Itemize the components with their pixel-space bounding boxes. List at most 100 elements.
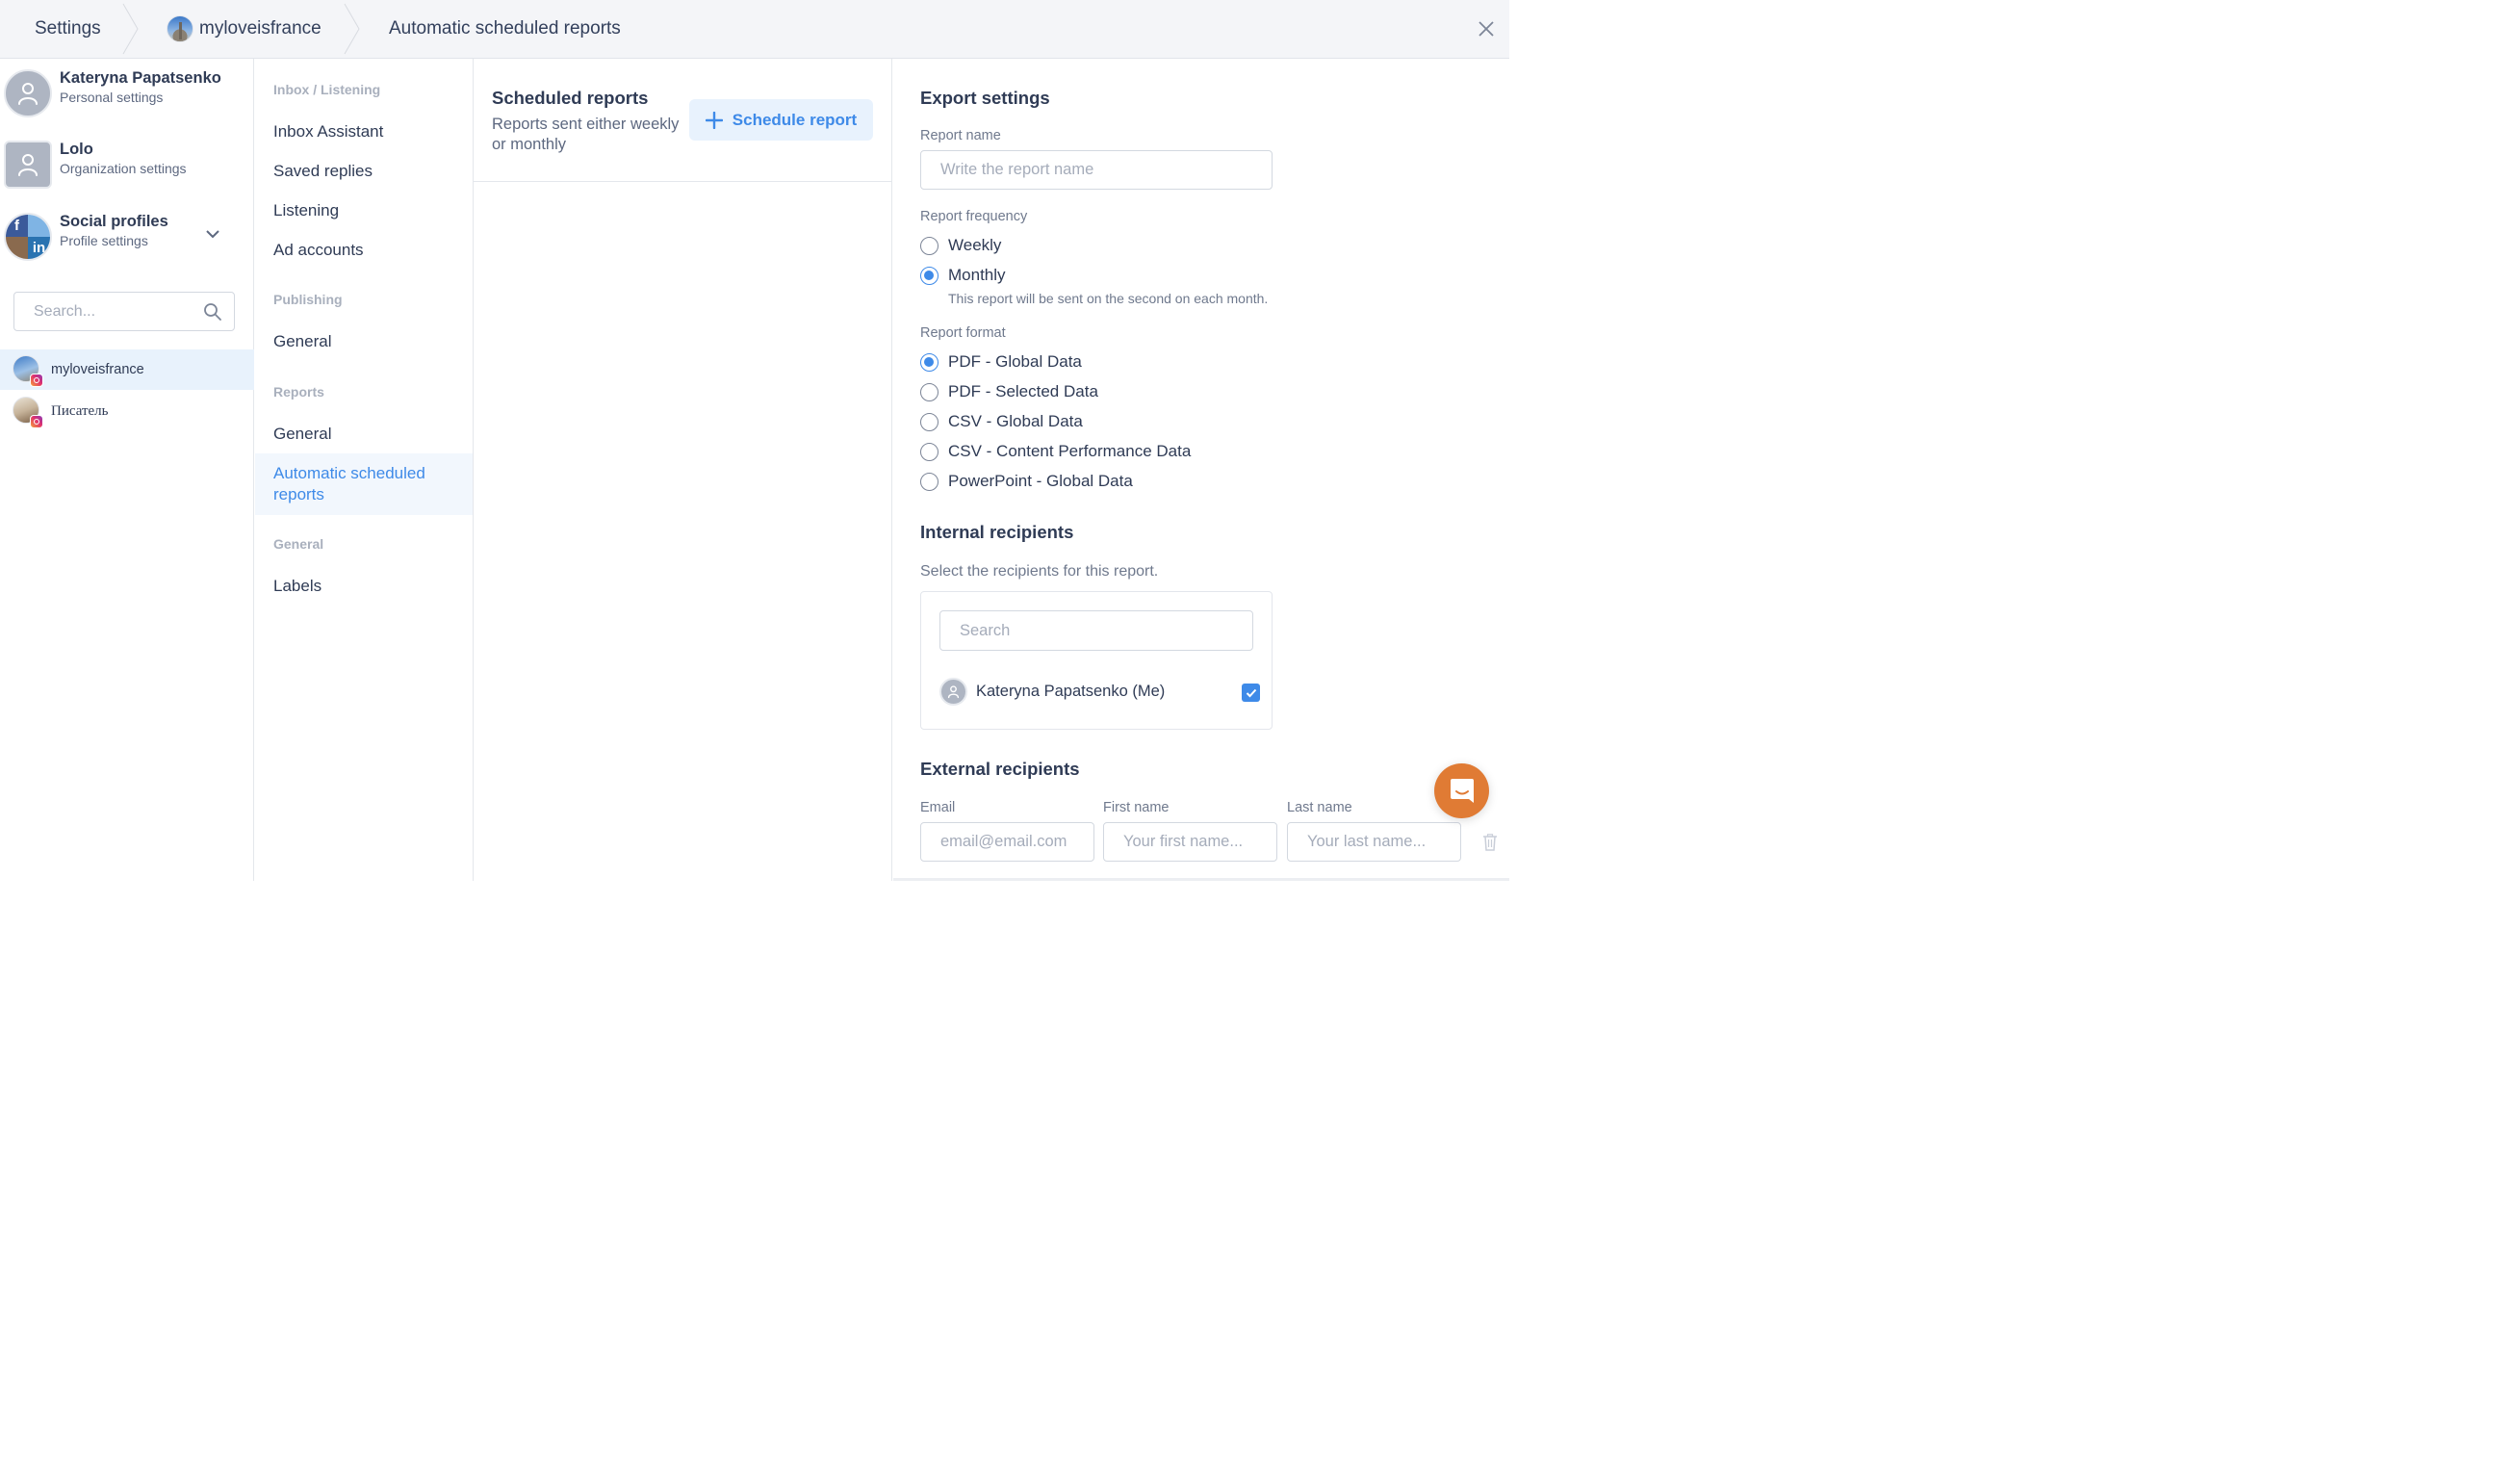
internal-recipients-title: Internal recipients (920, 522, 1074, 542)
profile-search (13, 292, 235, 331)
profile-name: myloveisfrance (51, 362, 144, 377)
radio-button-selected[interactable] (920, 266, 939, 285)
format-option-csv-content-performance[interactable]: CSV - Content Performance Data (920, 442, 1191, 461)
account-sidebar: Kateryna Papatsenko Personal settings Lo… (0, 59, 254, 881)
breadcrumb-separator-icon (122, 3, 139, 55)
user-icon (18, 83, 38, 105)
profile-name: Писатель (51, 402, 109, 419)
account-personal[interactable]: Kateryna Papatsenko Personal settings (0, 69, 254, 127)
chat-icon (1450, 778, 1474, 803)
format-option-pdf-selected[interactable]: PDF - Selected Data (920, 382, 1098, 401)
account-social-profiles[interactable]: f in Social profiles Profile settings (0, 213, 254, 271)
account-organization[interactable]: Lolo Organization settings (0, 141, 254, 198)
scheduled-reports-subtitle: Reports sent either weekly or monthly (492, 116, 680, 153)
instagram-icon (30, 374, 43, 387)
profile-avatar (13, 397, 43, 428)
report-name-input[interactable] (920, 150, 1273, 190)
checkmark-icon (1246, 688, 1256, 697)
recipient-checkbox[interactable] (1242, 684, 1260, 702)
format-option-csv-global[interactable]: CSV - Global Data (920, 412, 1083, 431)
nav-item-reports-general[interactable]: General (255, 424, 473, 445)
profile-search-input[interactable] (14, 293, 188, 330)
report-name-label: Report name (920, 128, 1001, 143)
nav-item-listening[interactable]: Listening (255, 200, 473, 221)
recipient-avatar (939, 677, 967, 706)
chevron-down-icon[interactable] (205, 228, 220, 240)
breadcrumb-settings-label: Settings (35, 18, 101, 39)
external-last-name-input[interactable] (1287, 822, 1461, 862)
social-networks-icon: f in (4, 213, 52, 261)
nav-item-inbox-assistant[interactable]: Inbox Assistant (255, 121, 473, 142)
close-icon[interactable] (1477, 19, 1496, 39)
internal-recipients-description: Select the recipients for this report. (920, 563, 1159, 580)
frequency-option-monthly[interactable]: Monthly (920, 266, 1006, 285)
nav-section-heading: Inbox / Listening (273, 82, 381, 97)
breadcrumb-settings[interactable]: Settings (35, 0, 101, 58)
frequency-option-weekly[interactable]: Weekly (920, 236, 1001, 255)
nav-section-heading: Publishing (273, 292, 343, 307)
chat-support-button[interactable] (1434, 763, 1489, 818)
profile-list-item[interactable]: Писатель (0, 391, 254, 431)
first-name-label: First name (1103, 800, 1170, 815)
user-icon (18, 154, 38, 176)
linkedin-icon: in (28, 237, 50, 259)
nav-item-automatic-scheduled-reports[interactable]: Automatic scheduled reports (255, 453, 473, 515)
account-subtitle: Profile settings (60, 233, 148, 248)
email-label: Email (920, 800, 956, 815)
radio-label: CSV - Content Performance Data (948, 442, 1192, 460)
radio-label: Weekly (948, 236, 1002, 254)
radio-label: Monthly (948, 266, 1006, 284)
recipient-name: Kateryna Papatsenko (Me) (976, 682, 1166, 700)
breadcrumb-profile-label: myloveisfrance (199, 18, 321, 39)
report-frequency-label: Report frequency (920, 209, 1028, 224)
account-subtitle: Personal settings (60, 90, 164, 105)
internal-recipients-box: Kateryna Papatsenko (Me) (920, 591, 1273, 730)
nav-item-ad-accounts[interactable]: Ad accounts (255, 240, 473, 261)
radio-label: CSV - Global Data (948, 412, 1083, 430)
facebook-icon: f (6, 215, 28, 237)
settings-nav: Inbox / Listening Inbox Assistant Saved … (255, 59, 474, 881)
account-name: Lolo (60, 141, 93, 158)
radio-button[interactable] (920, 442, 939, 461)
format-option-powerpoint-global[interactable]: PowerPoint - Global Data (920, 472, 1133, 491)
external-first-name-input[interactable] (1103, 822, 1277, 862)
breadcrumb-separator-icon (344, 3, 360, 55)
plus-icon (705, 111, 723, 129)
trash-icon[interactable] (1482, 834, 1498, 851)
schedule-report-label: Schedule report (732, 110, 858, 129)
breadcrumb-current-page: Automatic scheduled reports (389, 0, 621, 58)
recipient-row: Kateryna Papatsenko (Me) (939, 677, 1260, 706)
nav-item-labels[interactable]: Labels (255, 576, 473, 597)
scheduled-reports-header: Scheduled reports Reports sent either we… (474, 59, 891, 182)
radio-button[interactable] (920, 412, 939, 431)
nav-item-publishing-general[interactable]: General (255, 331, 473, 352)
instagram-icon (6, 237, 28, 259)
radio-label: PDF - Selected Data (948, 382, 1098, 400)
radio-button[interactable] (920, 472, 939, 491)
breadcrumb-current-label: Automatic scheduled reports (389, 18, 621, 39)
recipient-search-input[interactable] (939, 610, 1253, 651)
account-name: Social profiles (60, 213, 168, 230)
external-email-input[interactable] (920, 822, 1094, 862)
export-settings-title: Export settings (920, 88, 1050, 108)
top-bar: Settings myloveisfrance Automatic schedu… (0, 0, 1509, 59)
nav-section-heading: General (273, 536, 324, 552)
format-option-pdf-global[interactable]: PDF - Global Data (920, 352, 1082, 372)
last-name-label: Last name (1287, 800, 1352, 815)
breadcrumb-profile[interactable]: myloveisfrance (167, 0, 321, 58)
nav-section-heading: Reports (273, 384, 324, 400)
profile-list-item[interactable]: myloveisfrance (0, 349, 254, 390)
radio-label: PDF - Global Data (948, 352, 1082, 371)
radio-button[interactable] (920, 382, 939, 401)
nav-item-saved-replies[interactable]: Saved replies (255, 161, 473, 182)
scheduled-reports-panel: Scheduled reports Reports sent either we… (474, 59, 892, 881)
search-icon[interactable] (203, 302, 222, 322)
profile-avatar (167, 15, 193, 42)
user-avatar (4, 69, 52, 117)
radio-button-selected[interactable] (920, 352, 939, 372)
instagram-icon (30, 415, 43, 428)
radio-button[interactable] (920, 236, 939, 255)
user-icon (947, 684, 960, 698)
schedule-report-button[interactable]: Schedule report (689, 99, 873, 141)
profile-avatar (13, 355, 43, 387)
